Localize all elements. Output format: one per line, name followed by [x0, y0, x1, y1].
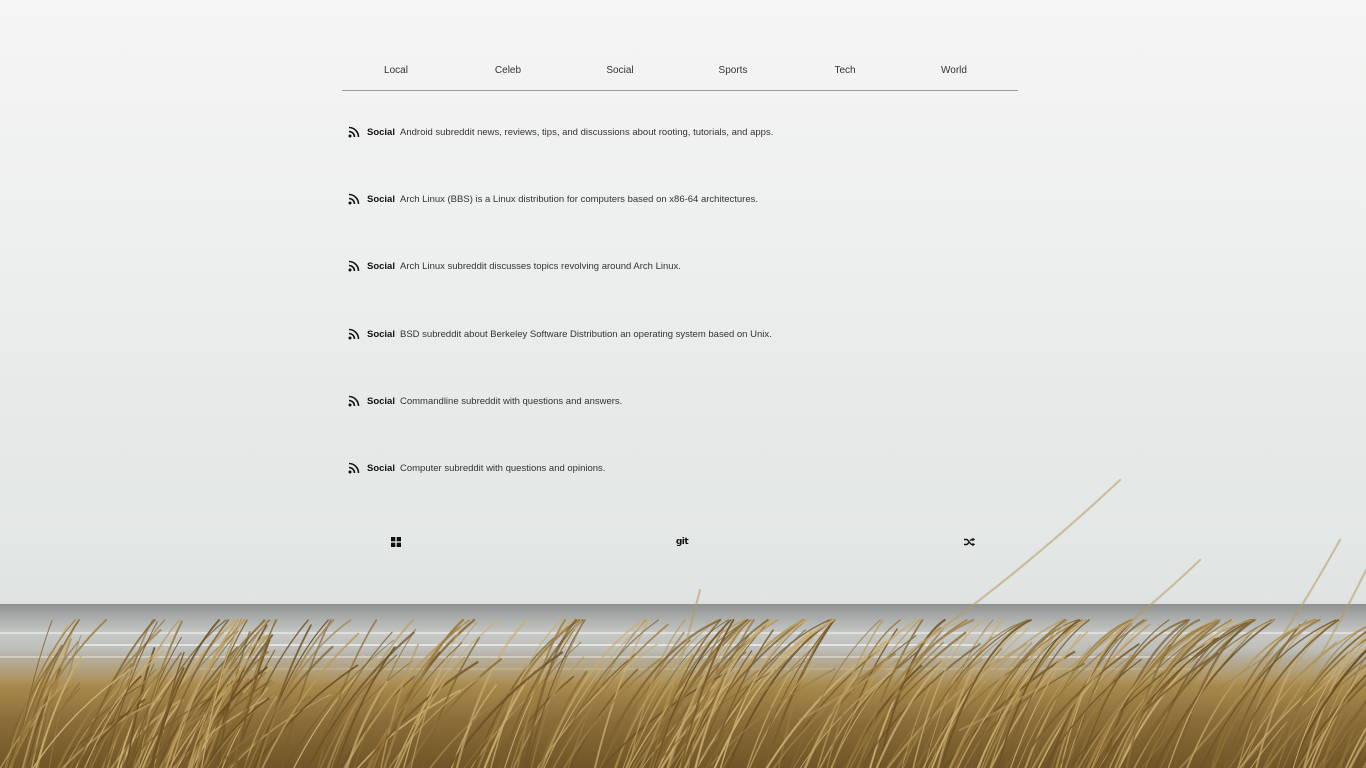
feed-item[interactable]: Social Arch Linux (BBS) is a Linux distr… [348, 191, 758, 207]
feed-item[interactable]: Social BSD subreddit about Berkeley Soft… [348, 326, 772, 342]
tab-social[interactable]: Social [606, 65, 633, 76]
feed-item-description[interactable]: Android subreddit news, reviews, tips, a… [400, 127, 773, 138]
feed-item-category: Social [367, 193, 395, 205]
tab-sports[interactable]: Sports [719, 65, 748, 76]
rss-icon [348, 395, 360, 407]
tab-local[interactable]: Local [384, 65, 408, 76]
tab-celeb[interactable]: Celeb [495, 65, 521, 76]
category-nav: Local Celeb Social Sports Tech World [342, 56, 1018, 91]
page: Local Celeb Social Sports Tech World Soc… [342, 0, 1018, 768]
grid-icon[interactable] [389, 535, 403, 549]
tab-tech[interactable]: Tech [834, 65, 855, 76]
rss-icon [348, 126, 360, 138]
feed-item[interactable]: Social Android subreddit news, reviews, … [348, 124, 773, 140]
feed-item-category: Social [367, 260, 395, 272]
feed-item-category: Social [367, 126, 395, 138]
feed-item[interactable]: Social Computer subreddit with questions… [348, 460, 605, 476]
tab-world[interactable]: World [941, 65, 967, 76]
rss-icon [348, 193, 360, 205]
rss-icon [348, 328, 360, 340]
shuffle-icon[interactable] [962, 535, 976, 549]
feed-item-category: Social [367, 328, 395, 340]
feed-item-description[interactable]: BSD subreddit about Berkeley Software Di… [400, 329, 772, 340]
feed-item[interactable]: Social Arch Linux subreddit discusses to… [348, 258, 681, 274]
feed-item-description[interactable]: Arch Linux (BBS) is a Linux distribution… [400, 194, 758, 205]
rss-icon [348, 462, 360, 474]
rss-icon [348, 260, 360, 272]
git-label: git [675, 537, 689, 547]
git-icon[interactable]: git [675, 535, 689, 549]
feed-item-description[interactable]: Commandline subreddit with questions and… [400, 396, 622, 407]
feed-item-category: Social [367, 395, 395, 407]
feed-item-description[interactable]: Arch Linux subreddit discusses topics re… [400, 261, 681, 272]
feed-item-description[interactable]: Computer subreddit with questions and op… [400, 463, 605, 474]
feed-item[interactable]: Social Commandline subreddit with questi… [348, 393, 622, 409]
feed-item-category: Social [367, 462, 395, 474]
